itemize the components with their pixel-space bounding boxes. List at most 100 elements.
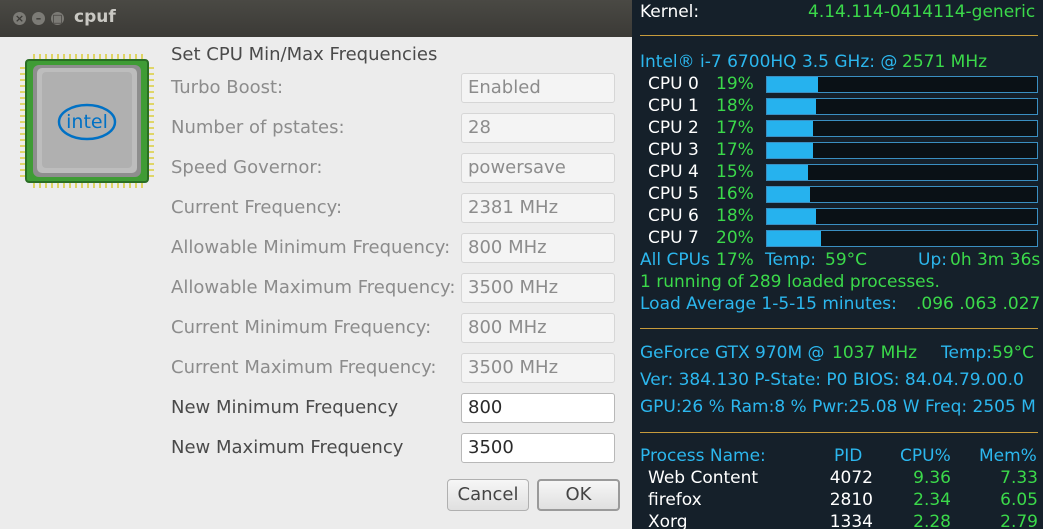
gpu-name: GeForce GTX 970M @ — [640, 343, 825, 363]
current-frequency-label: Current Frequency: — [171, 197, 343, 218]
process-cpu: 2.28 — [913, 512, 951, 529]
cpu-usage-percent: 18% — [716, 206, 754, 226]
process-mem: 6.05 — [1000, 490, 1038, 510]
current-min-field: 800 MHz — [461, 313, 615, 343]
maximize-icon[interactable]: □ — [51, 12, 64, 25]
current-frequency-field: 2381 MHz — [461, 193, 615, 223]
pid-header: PID — [834, 446, 863, 466]
load-average-label: Load Average 1-5-15 minutes: — [640, 294, 897, 314]
pstates-label: Number of pstates: — [171, 117, 345, 138]
pstates-field: 28 — [461, 113, 615, 143]
process-pid: 1334 — [829, 512, 873, 529]
new-max-input[interactable]: 3500 — [461, 433, 615, 463]
all-cpus-label: All CPUs — [640, 250, 710, 270]
separator — [640, 328, 1038, 329]
uptime-value: 0h 3m 36s — [950, 250, 1041, 270]
cpu-usage-bar-fill — [767, 143, 813, 158]
process-mem: 7.33 — [1000, 468, 1038, 488]
close-icon[interactable]: × — [13, 12, 26, 25]
cpu-usage-bar-fill — [767, 231, 821, 246]
cpu-usage-percent: 17% — [716, 140, 754, 160]
current-max-label: Current Maximum Frequency: — [171, 357, 437, 378]
process-mem: 2.79 — [1000, 512, 1038, 529]
title-bar: × – □ cpuf — [0, 0, 632, 37]
process-name: firefox — [648, 490, 702, 510]
cpuf-dialog: × – □ cpuf intel Set CPU Min/Max Frequen… — [0, 0, 632, 529]
turbo-boost-field: Enabled — [461, 73, 615, 103]
cpu-usage-percent: 17% — [716, 118, 754, 138]
cpu-usage-percent: 18% — [716, 96, 754, 116]
cpu-name: CPU 0 — [648, 74, 699, 94]
minimize-icon[interactable]: – — [32, 12, 45, 25]
dialog-heading: Set CPU Min/Max Frequencies — [171, 44, 438, 65]
cpu-model: Intel® i-7 6700HQ 3.5 GHz: @ — [640, 52, 898, 72]
window-title: cpuf — [74, 7, 116, 27]
cpu-name: CPU 3 — [648, 140, 699, 160]
turbo-boost-label: Turbo Boost: — [171, 77, 284, 98]
current-max-field: 3500 MHz — [461, 353, 615, 383]
all-cpus-value: 17% — [716, 250, 754, 270]
cpu-name: CPU 7 — [648, 228, 699, 248]
cpu-usage-bar-fill — [767, 187, 811, 202]
cpu-usage-bar — [766, 230, 1038, 247]
new-min-input[interactable]: 800 — [461, 393, 615, 423]
separator — [640, 432, 1038, 433]
cpu-percent-header: CPU% — [900, 446, 951, 466]
uptime-label: Up: — [918, 250, 947, 270]
ok-button[interactable]: OK — [537, 479, 620, 511]
cpu-usage-bar — [766, 142, 1038, 159]
gpu-frequency: 1037 MHz — [832, 343, 918, 363]
cpu-usage-bar — [766, 164, 1038, 181]
load-average-value: .096 .063 .027 — [916, 294, 1041, 314]
cpu-usage-bar-fill — [767, 209, 816, 224]
allowable-min-label: Allowable Minimum Frequency: — [171, 237, 451, 258]
cpu-usage-bar — [766, 186, 1038, 203]
process-pid: 4072 — [829, 468, 873, 488]
process-name: Xorg — [648, 512, 688, 529]
cpu-name: CPU 6 — [648, 206, 699, 226]
allowable-max-label: Allowable Maximum Frequency: — [171, 277, 456, 298]
cpu-name: CPU 2 — [648, 118, 699, 138]
cpu-usage-percent: 20% — [716, 228, 754, 248]
gpu-temp-label: Temp: — [941, 343, 993, 363]
kernel-label: Kernel: — [640, 2, 700, 22]
kernel-value: 4.14.114-0414114-generic — [808, 2, 1036, 22]
process-pid: 2810 — [829, 490, 873, 510]
cpu-usage-bar-fill — [767, 99, 816, 114]
cancel-button[interactable]: Cancel — [447, 479, 529, 511]
cpu-usage-bar-fill — [767, 121, 813, 136]
allowable-min-field: 800 MHz — [461, 233, 615, 263]
cpu-name: CPU 4 — [648, 162, 699, 182]
cpu-usage-bar — [766, 120, 1038, 137]
mem-percent-header: Mem% — [979, 446, 1037, 466]
temp-value: 59°C — [825, 250, 868, 270]
cpu-frequency: 2571 MHz — [902, 52, 988, 72]
new-min-label: New Minimum Frequency — [171, 397, 399, 418]
cpu-usage-bar-fill — [767, 77, 819, 92]
cpu-usage-percent: 16% — [716, 184, 754, 204]
process-name: Web Content — [648, 468, 759, 488]
svg-text:intel: intel — [66, 111, 108, 133]
cpu-usage-percent: 19% — [716, 74, 754, 94]
process-name-header: Process Name: — [640, 446, 766, 466]
cpu-name: CPU 1 — [648, 96, 699, 116]
cpu-usage-bar — [766, 76, 1038, 93]
separator — [640, 35, 1038, 36]
gpu-temp-value: 59°C — [992, 343, 1035, 363]
cpu-usage-bar — [766, 98, 1038, 115]
process-cpu: 9.36 — [913, 468, 951, 488]
process-cpu: 2.34 — [913, 490, 951, 510]
processes-summary: 1 running of 289 loaded processes. — [640, 272, 940, 292]
cpu-usage-bar — [766, 208, 1038, 225]
cpu-name: CPU 5 — [648, 184, 699, 204]
allowable-max-field: 3500 MHz — [461, 273, 615, 303]
gpu-version-line: Ver: 384.130 P-State: P0 BIOS: 84.04.79.… — [640, 370, 1024, 390]
cpu-usage-percent: 15% — [716, 162, 754, 182]
intel-chip-icon: intel — [20, 54, 154, 188]
governor-label: Speed Governor: — [171, 157, 323, 178]
gpu-usage-line: GPU:26 % Ram:8 % Pwr:25.08 W Freq: 2505 … — [640, 397, 1036, 417]
current-min-label: Current Minimum Frequency: — [171, 317, 432, 338]
conky-panel: Kernel: 4.14.114-0414114-generic Intel® … — [632, 0, 1043, 529]
governor-field: powersave — [461, 153, 615, 183]
cpu-usage-bar-fill — [767, 165, 808, 180]
